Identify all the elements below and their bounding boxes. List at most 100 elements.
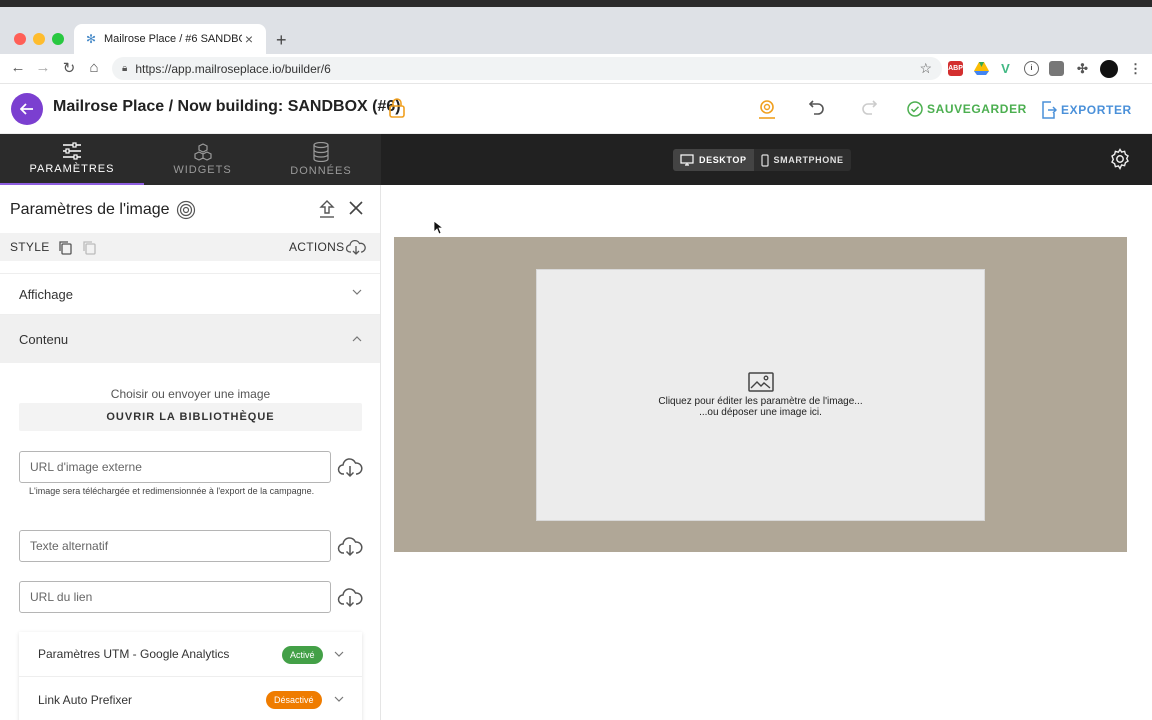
padlock-icon[interactable] bbox=[388, 97, 406, 124]
tab-title: Mailrose Place / #6 SANDBOX bbox=[104, 33, 242, 45]
forward-icon[interactable]: → bbox=[33, 59, 53, 76]
address-bar[interactable]: 🔒︎ https://app.mailroseplace.io/builder/… bbox=[112, 57, 942, 80]
back-button[interactable] bbox=[11, 93, 43, 125]
info-extension-icon[interactable]: i bbox=[1024, 61, 1039, 76]
export-file-icon bbox=[1042, 101, 1057, 119]
gear-icon[interactable] bbox=[1109, 148, 1131, 175]
check-circle-icon bbox=[907, 101, 923, 117]
redo-icon[interactable] bbox=[860, 98, 878, 121]
chevron-up-icon bbox=[352, 336, 362, 342]
paste-icon[interactable] bbox=[82, 240, 96, 255]
link-auto-prefixer-row[interactable]: Link Auto Prefixer Désactivé bbox=[19, 677, 362, 720]
close-icon[interactable] bbox=[348, 200, 364, 221]
image-icon bbox=[747, 372, 774, 392]
palm-tree-icon: ✻ bbox=[85, 32, 97, 46]
adblock-extension-icon[interactable]: ABP bbox=[948, 61, 963, 76]
user-support-icon[interactable] bbox=[757, 98, 777, 125]
window-minimize-button[interactable] bbox=[33, 33, 45, 45]
vue-extension-icon[interactable]: V bbox=[998, 61, 1013, 76]
smartphone-button[interactable]: SMARTPHONE bbox=[754, 149, 851, 171]
panel-title-text: Paramètres de l'image bbox=[10, 201, 170, 218]
upload-icon[interactable] bbox=[318, 199, 336, 224]
style-label: STYLE bbox=[10, 240, 50, 254]
desktop-button[interactable]: DESKTOP bbox=[673, 149, 754, 171]
cubes-icon bbox=[193, 143, 212, 161]
email-canvas: Cliquez pour éditer les paramètre de l'i… bbox=[381, 185, 1152, 720]
export-button[interactable]: EXPORTER bbox=[1041, 101, 1132, 119]
builder-navbar: PARAMÈTRES WIDGETS DONNÉES DESKTOP SMART… bbox=[0, 134, 1152, 185]
screen-extension-icon[interactable] bbox=[1049, 61, 1064, 76]
page-title: Mailrose Place / Now building: SANDBOX (… bbox=[53, 98, 401, 115]
new-tab-button[interactable]: + bbox=[276, 30, 287, 51]
section-label: Contenu bbox=[19, 331, 69, 347]
window-zoom-button[interactable] bbox=[52, 33, 64, 45]
device-toggle: DESKTOP SMARTPHONE bbox=[673, 149, 851, 171]
save-button-label: SAUVEGARDER bbox=[927, 102, 1027, 116]
panel-title: Paramètres de l'image bbox=[10, 200, 196, 220]
browser-tabstrip: ✻ Mailrose Place / #6 SANDBOX × + bbox=[0, 7, 1152, 54]
copy-icon[interactable] bbox=[58, 240, 72, 255]
tab-widgets[interactable]: WIDGETS bbox=[144, 134, 261, 185]
status-badge: Activé bbox=[282, 646, 323, 664]
image-block[interactable]: Cliquez pour éditer les paramètre de l'i… bbox=[394, 237, 1127, 552]
image-placeholder[interactable]: Cliquez pour éditer les paramètre de l'i… bbox=[536, 269, 985, 521]
placeholder-line2: ...ou déposer une image ici. bbox=[699, 407, 822, 418]
open-library-button[interactable]: OUVRIR LA BIBLIOTHÈQUE bbox=[19, 403, 362, 431]
undo-icon[interactable] bbox=[808, 98, 826, 121]
section-affichage[interactable]: Affichage bbox=[0, 273, 380, 314]
star-icon[interactable]: ☆ bbox=[919, 60, 932, 77]
browser-tab[interactable]: ✻ Mailrose Place / #6 SANDBOX × bbox=[74, 24, 266, 54]
fingerprint-icon bbox=[176, 200, 195, 220]
cloud-download-icon[interactable] bbox=[346, 239, 366, 255]
arrow-left-icon bbox=[20, 103, 33, 115]
home-icon[interactable]: ⌂ bbox=[84, 59, 104, 76]
menu-dots-icon[interactable]: ⋮ bbox=[1128, 61, 1143, 76]
drive-extension-icon[interactable] bbox=[974, 61, 989, 76]
utm-settings-row[interactable]: Paramètres UTM - Google Analytics Activé bbox=[19, 632, 362, 677]
actions-label[interactable]: ACTIONS bbox=[289, 240, 344, 254]
puzzle-icon[interactable]: ✣ bbox=[1075, 61, 1090, 76]
reload-icon[interactable]: ↻ bbox=[59, 59, 79, 77]
tab-donnees[interactable]: DONNÉES bbox=[261, 134, 381, 185]
phone-icon bbox=[760, 153, 769, 167]
tab-label: WIDGETS bbox=[173, 164, 232, 176]
link-options-panel: Paramètres UTM - Google Analytics Activé… bbox=[19, 632, 362, 720]
subrow-label: Paramètres UTM - Google Analytics bbox=[38, 647, 230, 661]
mouse-cursor-icon bbox=[433, 220, 445, 240]
cloud-download-icon[interactable] bbox=[337, 537, 363, 557]
subrow-label: Link Auto Prefixer bbox=[38, 692, 133, 707]
choose-image-label: Choisir ou envoyer une image bbox=[110, 387, 271, 401]
database-icon bbox=[313, 142, 329, 162]
chevron-down-icon bbox=[352, 289, 362, 295]
monitor-icon bbox=[680, 154, 694, 166]
alt-text-input[interactable]: Texte alternatif bbox=[19, 530, 331, 562]
close-icon[interactable]: × bbox=[242, 31, 256, 47]
external-image-url-input[interactable]: URL d'image externe bbox=[19, 451, 331, 483]
section-contenu[interactable]: Contenu bbox=[0, 314, 380, 363]
desktop-label: DESKTOP bbox=[699, 155, 747, 165]
app-header: Mailrose Place / Now building: SANDBOX (… bbox=[0, 84, 1152, 134]
url-text: https://app.mailroseplace.io/builder/6 bbox=[135, 61, 331, 76]
status-badge: Désactivé bbox=[266, 691, 322, 709]
download-hint: L'image sera téléchargée et redimensionn… bbox=[29, 486, 315, 496]
os-menubar bbox=[0, 0, 1152, 7]
link-url-input[interactable]: URL du lien bbox=[19, 581, 331, 613]
window-close-button[interactable] bbox=[14, 33, 26, 45]
chevron-down-icon bbox=[334, 651, 344, 657]
section-label: Affichage bbox=[19, 286, 73, 302]
export-button-label: EXPORTER bbox=[1061, 103, 1132, 117]
smartphone-label: SMARTPHONE bbox=[773, 155, 844, 165]
placeholder-line1: Cliquez pour éditer les paramètre de l'i… bbox=[658, 396, 863, 407]
browser-toolbar: ← → ↻ ⌂ 🔒︎ https://app.mailroseplace.io/… bbox=[0, 54, 1152, 84]
save-button[interactable]: SAUVEGARDER bbox=[907, 101, 1027, 117]
tab-parametres[interactable]: PARAMÈTRES bbox=[0, 134, 144, 185]
style-actions-bar: STYLE ACTIONS bbox=[0, 233, 380, 261]
cloud-download-icon[interactable] bbox=[337, 588, 363, 608]
profile-avatar[interactable] bbox=[1100, 60, 1118, 78]
back-icon[interactable]: ← bbox=[8, 59, 28, 76]
panel-tabs: PARAMÈTRES WIDGETS DONNÉES bbox=[0, 134, 381, 185]
tab-label: DONNÉES bbox=[290, 165, 352, 177]
cloud-download-icon[interactable] bbox=[337, 458, 363, 478]
sliders-icon bbox=[63, 142, 81, 160]
lock-icon: 🔒︎ bbox=[122, 63, 128, 74]
